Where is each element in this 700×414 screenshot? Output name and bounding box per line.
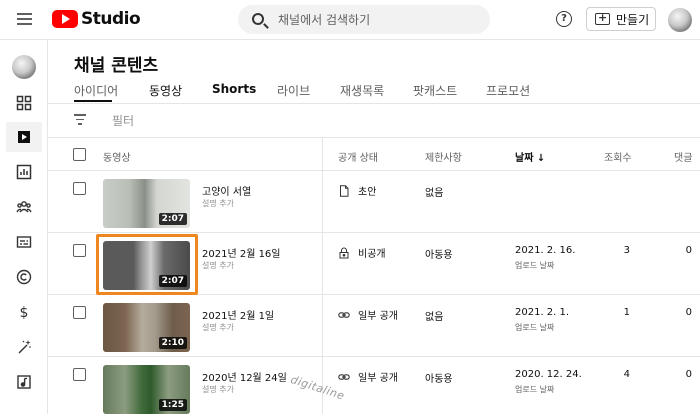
restriction-label: 없음 <box>425 312 444 323</box>
tab-videos[interactable]: 동영상 <box>149 82 182 99</box>
subtitles-icon[interactable] <box>6 227 42 257</box>
header-views[interactable]: 조회수 <box>604 149 632 164</box>
analytics-icon[interactable] <box>6 157 42 187</box>
comment-count: 0 <box>685 245 692 256</box>
header-video: 동영상 <box>103 153 131 164</box>
header-visibility[interactable]: 공개 상태 <box>338 149 378 164</box>
link-icon <box>338 373 350 380</box>
link-icon <box>338 311 350 318</box>
video-title[interactable]: 2021년 2월 1일 <box>202 307 274 322</box>
filter-input[interactable]: 필터 <box>112 112 134 129</box>
select-all-checkbox[interactable] <box>73 148 86 161</box>
sidebar: $ <box>0 40 48 414</box>
dashboard-icon[interactable] <box>6 88 42 118</box>
add-description[interactable]: 설명 추가 <box>202 198 234 209</box>
draft-icon <box>340 184 349 197</box>
header-date-sort[interactable]: 날짜 ↓ <box>515 149 545 164</box>
video-thumbnail[interactable]: 2:10 <box>103 303 190 352</box>
content-icon[interactable] <box>6 122 42 152</box>
account-avatar[interactable] <box>668 8 692 32</box>
upload-date-label: 업로드 날짜 <box>515 385 555 394</box>
header-comments[interactable]: 댓글 <box>674 149 692 164</box>
search-input[interactable] <box>278 11 478 29</box>
restriction-label: 아동용 <box>425 374 453 385</box>
active-tab-indicator <box>74 100 112 102</box>
highlight-annotation <box>96 234 198 295</box>
table-row[interactable]: 2:07 고양이 서열 설명 추가 초안 없음 <box>48 171 700 233</box>
search-bar[interactable] <box>238 5 490 34</box>
view-count: 1 <box>623 307 630 318</box>
visibility-label: 초안 <box>358 187 377 198</box>
create-button-label: 만들기 <box>616 12 650 27</box>
visibility-label: 비공개 <box>358 249 386 260</box>
tab-podcasts[interactable]: 팟캐스트 <box>413 82 457 99</box>
video-title[interactable]: 고양이 서열 <box>202 183 251 198</box>
tab-live[interactable]: 라이브 <box>277 82 310 99</box>
search-icon[interactable] <box>252 13 264 25</box>
upload-date: 2020. 12. 24. <box>515 369 582 380</box>
upload-date: 2021. 2. 16. <box>515 245 576 256</box>
video-title[interactable]: 2020년 12월 24일 <box>202 369 287 384</box>
view-count: 3 <box>623 245 630 256</box>
visibility-status[interactable]: 일부 공개 <box>338 369 398 384</box>
page-title: 채널 콘텐츠 <box>74 56 159 76</box>
menu-icon[interactable] <box>17 13 32 25</box>
row-checkbox[interactable] <box>73 368 86 381</box>
create-video-icon <box>595 11 610 25</box>
visibility-status[interactable]: 초안 <box>338 183 376 198</box>
upload-date-label: 업로드 날짜 <box>515 261 555 270</box>
visibility-label: 일부 공개 <box>358 311 398 322</box>
customization-icon[interactable] <box>6 332 42 362</box>
upload-date-label: 업로드 날짜 <box>515 323 555 332</box>
filter-icon[interactable] <box>74 114 86 128</box>
audio-library-icon[interactable] <box>6 367 42 397</box>
row-checkbox[interactable] <box>73 306 86 319</box>
comment-count: 0 <box>685 307 692 318</box>
visibility-status[interactable]: 일부 공개 <box>338 307 398 322</box>
tab-playlists[interactable]: 재생목록 <box>340 82 384 99</box>
youtube-logo-icon <box>52 10 78 28</box>
view-count: 4 <box>623 369 630 380</box>
tab-ideas[interactable]: 아이디어 <box>74 82 118 99</box>
copyright-icon[interactable] <box>6 262 42 292</box>
video-thumbnail[interactable]: 1:25 <box>103 365 190 414</box>
comment-count: 0 <box>685 369 692 380</box>
video-thumbnail[interactable]: 2:07 <box>103 179 190 228</box>
svg-text:$: $ <box>20 305 29 320</box>
add-description[interactable]: 설명 추가 <box>202 322 234 333</box>
header-restrictions[interactable]: 제한사항 <box>425 149 462 164</box>
help-icon[interactable]: ? <box>556 11 572 27</box>
video-title[interactable]: 2021년 2월 16일 <box>202 245 281 260</box>
upload-date: 2021. 2. 1. <box>515 307 570 318</box>
top-bar: Studio ? 만들기 <box>0 0 700 40</box>
add-description[interactable]: 설명 추가 <box>202 384 234 395</box>
tab-shorts[interactable]: Shorts <box>212 82 256 96</box>
earn-icon[interactable]: $ <box>6 297 42 327</box>
channel-avatar[interactable] <box>12 55 36 79</box>
table-row[interactable]: 1:25 2020년 12월 24일 설명 추가 일부 공개 아동용 2020.… <box>48 357 700 414</box>
duration-badge: 2:07 <box>158 213 187 225</box>
community-icon[interactable] <box>6 192 42 222</box>
row-checkbox[interactable] <box>73 182 86 195</box>
visibility-label: 일부 공개 <box>358 373 398 384</box>
add-description[interactable]: 설명 추가 <box>202 260 234 271</box>
duration-badge: 1:25 <box>158 399 187 411</box>
lock-icon <box>339 247 349 258</box>
logo-text: Studio <box>81 9 141 29</box>
row-checkbox[interactable] <box>73 244 86 257</box>
tab-promotions[interactable]: 프로모션 <box>486 82 530 99</box>
create-button[interactable]: 만들기 <box>586 7 656 31</box>
duration-badge: 2:10 <box>158 337 187 349</box>
restriction-label: 없음 <box>425 188 444 199</box>
divider <box>48 103 700 104</box>
restriction-label: 아동용 <box>425 250 453 261</box>
divider <box>48 137 700 138</box>
visibility-status[interactable]: 비공개 <box>338 245 386 260</box>
studio-logo[interactable]: Studio <box>52 9 141 29</box>
table-row[interactable]: 2:10 2021년 2월 1일 설명 추가 일부 공개 없음 2021. 2.… <box>48 295 700 357</box>
